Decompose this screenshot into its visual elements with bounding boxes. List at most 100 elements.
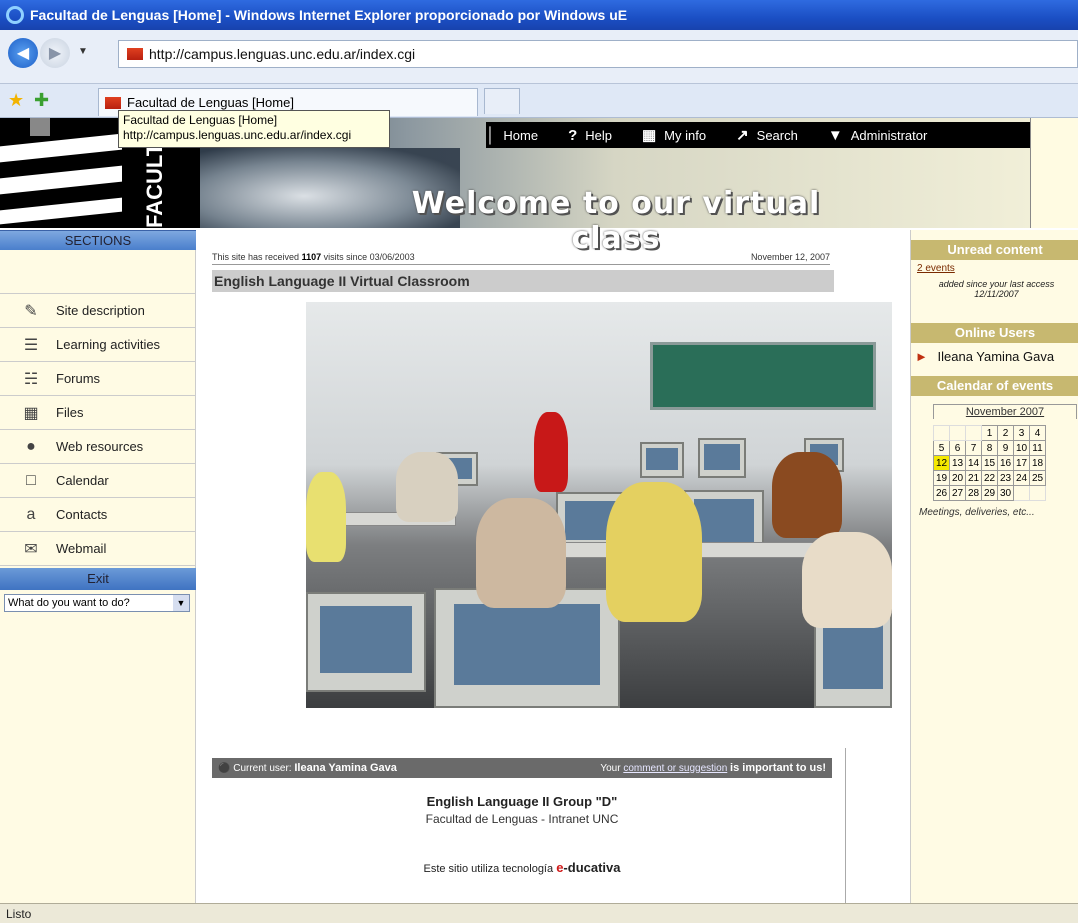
exit-action-select[interactable]: What do you want to do? ▼	[4, 594, 190, 612]
calendar-day[interactable]: 21	[965, 470, 982, 486]
new-tab-button[interactable]	[484, 88, 520, 114]
calendar-day[interactable]: 2	[997, 425, 1014, 441]
calendar-day[interactable]: 1	[981, 425, 998, 441]
calendar-day[interactable]: 5	[933, 440, 950, 456]
tooltip-url: http://campus.lenguas.unc.edu.ar/index.c…	[123, 128, 352, 142]
current-user-name: Ileana Yamina Gava	[294, 762, 397, 774]
sidebar-item-site-description[interactable]: ✎ Site description	[0, 294, 195, 328]
calendar-day[interactable]: 27	[949, 485, 966, 501]
online-user-row[interactable]: ► Ileana Yamina Gava	[911, 343, 1078, 370]
nav-home[interactable]: │ Home	[486, 127, 538, 144]
ie-logo-icon	[6, 6, 24, 24]
visits-counter: This site has received 1107 visits since…	[212, 252, 415, 262]
calendar-month-link[interactable]: November 2007	[933, 404, 1077, 419]
sidebar-item-webmail[interactable]: ✉ Webmail	[0, 532, 195, 566]
sidebar-item-label: Forums	[56, 371, 101, 386]
visits-prefix: This site has received	[212, 252, 300, 262]
calendar-day[interactable]: 25	[1029, 470, 1046, 486]
comment-prefix: Your	[600, 763, 621, 774]
calendar-day[interactable]: 14	[965, 455, 982, 471]
admin-icon: ▼	[827, 126, 843, 144]
description-icon: ✎	[24, 302, 38, 320]
calendar-day[interactable]: 26	[933, 485, 950, 501]
calendar-day[interactable]: 24	[1013, 470, 1030, 486]
calendar-day[interactable]: 23	[997, 470, 1014, 486]
calendar-heading: Calendar of events	[911, 376, 1078, 396]
photo-person	[772, 452, 842, 538]
calendar-day[interactable]: 20	[949, 470, 966, 486]
user-icon: ⚫	[218, 763, 231, 774]
faculty-name: Facultad de Lenguas - Intranet UNC	[425, 812, 619, 826]
sidebar-item-calendar[interactable]: □ Calendar	[0, 464, 195, 498]
calendar-day[interactable]: 10	[1013, 440, 1030, 456]
comment-link[interactable]: comment or suggestion	[623, 763, 727, 774]
sidebar-item-web-resources[interactable]: ● Web resources	[0, 430, 195, 464]
history-dropdown-icon[interactable]: ▼	[78, 46, 88, 57]
online-user-name: Ileana Yamina Gava	[937, 349, 1055, 364]
sidebar-item-files[interactable]: ▦ Files	[0, 396, 195, 430]
forward-button[interactable]: ▶	[40, 38, 70, 68]
calendar-week-row: 26 27 28 29 30	[933, 485, 1046, 501]
calendar-day[interactable]: 7	[965, 440, 982, 456]
calendar-week-row: 5 6 7 8 9 10 11	[933, 440, 1046, 456]
calendar-day[interactable]: 3	[1013, 425, 1030, 441]
calendar-day[interactable]: 17	[1013, 455, 1030, 471]
sidebar-item-label: Contacts	[56, 507, 108, 522]
globe-icon: ●	[26, 437, 36, 455]
calendar-day[interactable]: 9	[997, 440, 1014, 456]
photo-person	[306, 472, 346, 562]
nav-label: Home	[503, 127, 539, 143]
calendar-day[interactable]: 30	[997, 485, 1014, 501]
calendar-day[interactable]: 4	[1029, 425, 1046, 441]
exit-heading[interactable]: Exit	[0, 568, 196, 590]
sidebar-item-forums[interactable]: ☵ Forums	[0, 362, 195, 396]
sidebar-item-contacts[interactable]: a Contacts	[0, 498, 195, 532]
chevron-down-icon[interactable]: ▼	[173, 595, 189, 611]
navigation-toolbar: ◀ ▶ ▼ http://campus.lenguas.unc.edu.ar/i…	[0, 30, 1078, 84]
calendar-day[interactable]: 11	[1029, 440, 1046, 456]
main-content: This site has received 1107 visits since…	[198, 230, 910, 740]
nav-label: Search	[756, 127, 798, 143]
photo-monitor	[698, 438, 746, 478]
back-button[interactable]: ◀	[8, 38, 38, 68]
address-bar[interactable]: http://campus.lenguas.unc.edu.ar/index.c…	[118, 40, 1078, 68]
calendar-day[interactable]: 29	[981, 485, 998, 501]
calendar-day[interactable]: 22	[981, 470, 998, 486]
calendar-day[interactable]: 15	[981, 455, 998, 471]
nav-search[interactable]: ↗ Search	[736, 126, 798, 144]
sidebar-spacer	[0, 250, 195, 294]
top-navigation: │ Home ? Help ▦ My info ↗ Search ▼ Admin…	[486, 122, 1030, 148]
sidebar-item-label: Site description	[56, 303, 145, 318]
page-footer: ⚫ Current user: Ileana Yamina Gava Your …	[198, 748, 846, 903]
visits-suffix: visits since 03/06/2003	[323, 252, 415, 262]
educativa-brand[interactable]: e-ducativa	[556, 860, 620, 875]
comment-notice: Your comment or suggestion is important …	[600, 762, 826, 774]
calendar-day[interactable]: 6	[949, 440, 966, 456]
calendar-day[interactable]: 28	[965, 485, 982, 501]
sidebar-item-learning-activities[interactable]: ☰ Learning activities	[0, 328, 195, 362]
calendar-empty-cell	[965, 425, 982, 441]
favorites-star-icon[interactable]: ★	[8, 90, 24, 111]
unread-events-link[interactable]: 2 events	[911, 260, 1078, 277]
add-favorite-icon[interactable]: ✚	[34, 90, 49, 111]
calendar-day[interactable]: 12	[933, 455, 950, 471]
calendar-day[interactable]: 18	[1029, 455, 1046, 471]
calendar-day[interactable]: 16	[997, 455, 1014, 471]
nav-administrator[interactable]: ▼ Administrator	[828, 127, 927, 144]
calendar-day[interactable]: 13	[949, 455, 966, 471]
calendar-day[interactable]: 8	[981, 440, 998, 456]
question-icon: ?	[568, 126, 578, 144]
unread-heading: Unread content	[911, 240, 1078, 260]
calendar-day[interactable]: 19	[933, 470, 950, 486]
tech-prefix: Este sitio utiliza tecnología	[423, 863, 554, 875]
calendar-icon: □	[26, 471, 36, 489]
nav-label: Help	[585, 127, 612, 143]
calendar-note: Meetings, deliveries, etc...	[919, 507, 1035, 518]
calendar-week-row: 1234	[933, 425, 1046, 441]
nav-help[interactable]: ? Help	[568, 127, 612, 144]
current-date: November 12, 2007	[750, 252, 830, 262]
photo-person	[802, 532, 892, 628]
nav-my-info[interactable]: ▦ My info	[642, 126, 706, 144]
sidebar-item-label: Files	[56, 405, 84, 420]
pencil-icon: │	[486, 126, 496, 144]
